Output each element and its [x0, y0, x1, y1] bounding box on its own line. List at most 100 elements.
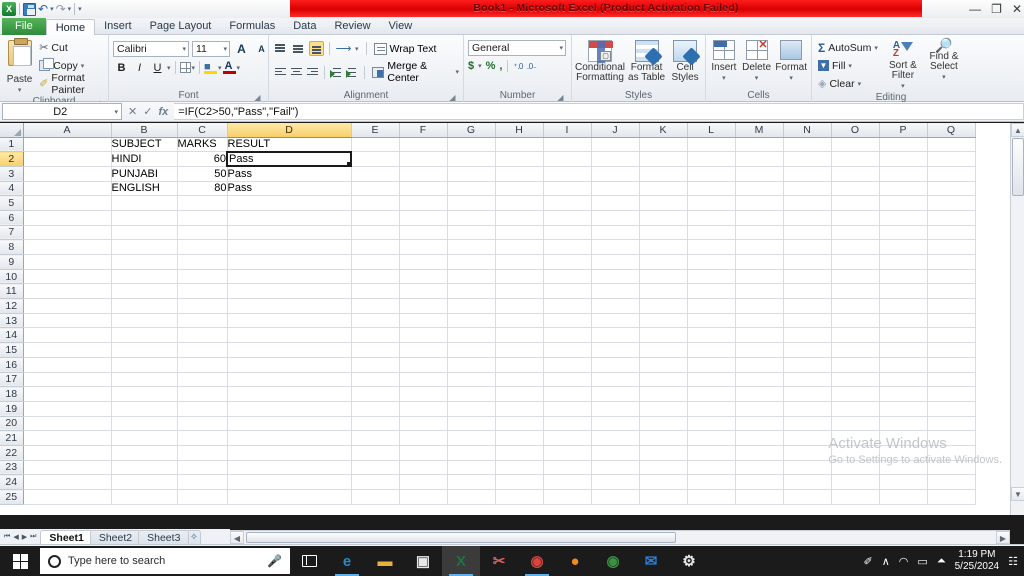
cell-k21[interactable] — [639, 430, 688, 446]
cell-g4[interactable] — [447, 181, 496, 197]
column-header-q[interactable]: Q — [927, 123, 976, 138]
cell-c23[interactable] — [177, 460, 228, 476]
cell-a9[interactable] — [23, 254, 112, 270]
cell-c19[interactable] — [177, 401, 228, 417]
row-header-4[interactable]: 4 — [0, 181, 24, 197]
cell-f19[interactable] — [399, 401, 448, 417]
taskbar-chrome-canary-icon[interactable]: ◉ — [518, 546, 556, 576]
cell-q22[interactable] — [927, 445, 976, 461]
cell-p25[interactable] — [879, 489, 928, 505]
cell-a8[interactable] — [23, 239, 112, 255]
cell-d3[interactable]: Pass — [227, 166, 352, 182]
cell-j12[interactable] — [591, 298, 640, 314]
cell-b23[interactable] — [111, 460, 178, 476]
cell-p5[interactable] — [879, 195, 928, 211]
cell-o2[interactable] — [831, 151, 880, 167]
cell-m25[interactable] — [735, 489, 784, 505]
cell-e4[interactable] — [351, 181, 400, 197]
comma-style-icon[interactable]: , — [499, 60, 502, 72]
row-header-15[interactable]: 15 — [0, 342, 24, 358]
bold-button[interactable]: B — [113, 59, 130, 76]
cell-k1[interactable] — [639, 137, 688, 153]
cell-q10[interactable] — [927, 269, 976, 285]
cell-f10[interactable] — [399, 269, 448, 285]
cell-b7[interactable] — [111, 225, 178, 241]
cell-i20[interactable] — [543, 416, 592, 432]
cell-h10[interactable] — [495, 269, 544, 285]
cell-a23[interactable] — [23, 460, 112, 476]
cell-i25[interactable] — [543, 489, 592, 505]
cell-i1[interactable] — [543, 137, 592, 153]
cell-q23[interactable] — [927, 460, 976, 476]
cell-i2[interactable] — [543, 151, 592, 167]
cell-p10[interactable] — [879, 269, 928, 285]
cell-p4[interactable] — [879, 181, 928, 197]
clock[interactable]: 1:19 PM 5/25/2024 — [955, 549, 1000, 573]
cell-b20[interactable] — [111, 416, 178, 432]
cell-d12[interactable] — [227, 298, 352, 314]
format-cells-button[interactable]: Format ▾ — [775, 39, 807, 84]
cell-h9[interactable] — [495, 254, 544, 270]
column-header-h[interactable]: H — [495, 123, 544, 138]
cell-d22[interactable] — [227, 445, 352, 461]
row-header-8[interactable]: 8 — [0, 239, 24, 255]
format-as-table-button[interactable]: Format as Table — [628, 39, 665, 83]
taskbar-settings-icon[interactable]: ⚙ — [670, 546, 708, 576]
cell-j4[interactable] — [591, 181, 640, 197]
cell-o8[interactable] — [831, 239, 880, 255]
increase-decimal-icon[interactable]: ⁺.0 — [513, 62, 523, 71]
cell-d21[interactable] — [227, 430, 352, 446]
fill-color-dropdown-icon[interactable]: ▾ — [218, 64, 222, 72]
cell-n22[interactable] — [783, 445, 832, 461]
cell-g14[interactable] — [447, 327, 496, 344]
cell-k3[interactable] — [639, 166, 688, 182]
cell-h20[interactable] — [495, 416, 544, 432]
first-sheet-icon[interactable]: ⏮ — [4, 533, 10, 541]
cell-q15[interactable] — [927, 342, 976, 358]
borders-icon[interactable] — [179, 62, 191, 73]
cell-d7[interactable] — [227, 225, 352, 241]
cell-k15[interactable] — [639, 342, 688, 358]
cell-g12[interactable] — [447, 298, 496, 314]
cell-n15[interactable] — [783, 342, 832, 358]
cell-o9[interactable] — [831, 254, 880, 270]
cell-n13[interactable] — [783, 313, 832, 329]
cell-o20[interactable] — [831, 416, 880, 432]
cell-j7[interactable] — [591, 225, 640, 241]
cell-o12[interactable] — [831, 298, 880, 314]
cell-m16[interactable] — [735, 357, 784, 373]
cell-k2[interactable] — [639, 151, 688, 167]
cell-o22[interactable] — [831, 445, 880, 461]
cell-p3[interactable] — [879, 166, 928, 182]
cell-l20[interactable] — [687, 416, 736, 432]
cell-e15[interactable] — [351, 342, 400, 358]
cell-a18[interactable] — [23, 386, 112, 402]
cell-m1[interactable] — [735, 137, 784, 153]
cell-q11[interactable] — [927, 283, 976, 300]
cell-c3[interactable]: 50 — [177, 166, 228, 182]
cell-m6[interactable] — [735, 210, 784, 226]
paste-dropdown-icon[interactable]: ▾ — [18, 85, 22, 96]
cell-c9[interactable] — [177, 254, 228, 270]
cell-k5[interactable] — [639, 195, 688, 211]
cell-i17[interactable] — [543, 372, 592, 388]
find-select-button[interactable]: 🔎 Find & Select ▾ — [926, 38, 962, 83]
cell-n20[interactable] — [783, 416, 832, 432]
tab-data[interactable]: Data — [284, 18, 325, 35]
cell-e19[interactable] — [351, 401, 400, 417]
cell-o25[interactable] — [831, 489, 880, 505]
cell-e10[interactable] — [351, 269, 400, 285]
cell-a12[interactable] — [23, 298, 112, 314]
column-header-b[interactable]: B — [111, 123, 178, 138]
cell-g24[interactable] — [447, 474, 496, 490]
cell-b11[interactable] — [111, 283, 178, 300]
cell-l7[interactable] — [687, 225, 736, 241]
cell-d14[interactable] — [227, 327, 352, 344]
cell-b16[interactable] — [111, 357, 178, 373]
cell-p21[interactable] — [879, 430, 928, 446]
cell-k18[interactable] — [639, 386, 688, 402]
cell-l3[interactable] — [687, 166, 736, 182]
cell-p24[interactable] — [879, 474, 928, 490]
sheet-tab-sheet1[interactable]: Sheet1 — [40, 529, 93, 544]
cell-q24[interactable] — [927, 474, 976, 490]
